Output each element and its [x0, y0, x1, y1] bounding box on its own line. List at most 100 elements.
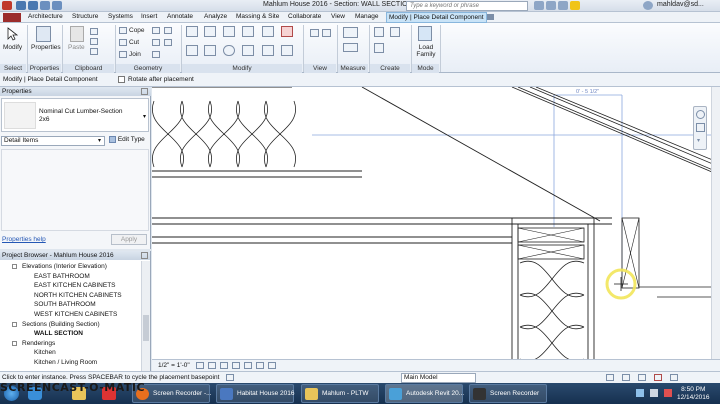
panel-select[interactable]: Select [0, 64, 26, 73]
join-button[interactable]: Join [129, 51, 141, 58]
create-parts-icon[interactable] [374, 43, 384, 53]
filter-icon[interactable] [670, 374, 678, 381]
geometry-tool-1-icon[interactable] [152, 27, 160, 34]
redo-icon[interactable] [52, 1, 62, 10]
selection-filter-icon[interactable] [606, 374, 614, 381]
load-family-button[interactable]: Load Family [415, 44, 437, 58]
rotate-icon[interactable] [223, 45, 235, 56]
browser-item[interactable]: WALL SECTION [34, 330, 83, 337]
load-family-icon[interactable] [418, 26, 432, 41]
taskbar-item-mahlum-pltw[interactable]: Mahlum - PLTW [301, 384, 379, 403]
shadows-icon[interactable] [232, 362, 240, 369]
search-input[interactable]: Type a keyword or phrase [406, 1, 528, 11]
steering-wheel-icon[interactable] [696, 110, 705, 119]
tab-analyze[interactable]: Analyze [204, 13, 227, 20]
drawing-canvas[interactable]: 0' - 5 1/2" [152, 87, 720, 359]
open-icon[interactable] [16, 1, 26, 10]
tab-modify-place-detail-component[interactable]: Modify | Place Detail Component [386, 12, 487, 23]
mirror-draw-icon[interactable] [242, 26, 254, 37]
array-icon[interactable] [262, 45, 274, 56]
temporary-hide-icon[interactable] [268, 362, 276, 369]
copy-clipboard-icon[interactable] [90, 38, 98, 45]
detail-level-icon[interactable] [196, 362, 204, 369]
browser-item[interactable]: EAST BATHROOM [34, 273, 90, 280]
undo-icon[interactable] [40, 1, 50, 10]
navigation-bar[interactable]: ▾ [693, 106, 707, 150]
align-icon[interactable] [186, 26, 198, 37]
properties-help-link[interactable]: Properties help [2, 236, 46, 243]
tab-view[interactable]: View [331, 13, 345, 20]
application-menu-button[interactable] [3, 13, 21, 22]
measure-icon[interactable] [343, 27, 358, 38]
browser-item[interactable]: NORTH KITCHEN CABINETS [34, 292, 122, 299]
geometry-tool-5-icon[interactable] [152, 51, 160, 58]
search-icon[interactable] [534, 1, 544, 10]
delete-icon[interactable] [281, 26, 293, 37]
apply-button[interactable]: Apply [111, 234, 147, 245]
cope-button[interactable]: Cope [129, 27, 145, 34]
move-icon[interactable] [186, 45, 198, 56]
properties-icon[interactable] [36, 26, 51, 42]
instance-filter-select[interactable]: Detail Items [1, 136, 105, 146]
cut-icon[interactable] [119, 39, 127, 46]
taskbar-item-habitat-house[interactable]: Habitat House 2016 [216, 384, 294, 403]
wall-section-drawing[interactable]: 0' - 5 1/2" [152, 87, 720, 359]
revit-app-icon[interactable] [2, 1, 12, 10]
tab-massing-site[interactable]: Massing & Site [236, 13, 279, 20]
type-selector[interactable]: Nominal Cut Lumber-Section 2x6 ▾ [1, 98, 149, 132]
browser-group[interactable]: Renderings [22, 340, 55, 347]
browser-item[interactable]: WEST KITCHEN CABINETS [34, 311, 117, 318]
close-icon[interactable] [141, 88, 148, 95]
browser-item[interactable]: Kitchen [34, 349, 56, 356]
browser-group[interactable]: Elevations (Interior Elevation) [22, 263, 107, 270]
zoom-icon[interactable] [696, 123, 705, 132]
rotate-after-placement-checkbox[interactable] [118, 76, 125, 83]
save-icon[interactable] [28, 1, 38, 10]
split-icon[interactable] [262, 26, 274, 37]
subscription-icon[interactable] [546, 1, 556, 10]
tree-toggle[interactable] [12, 264, 17, 269]
show-crop-icon[interactable] [256, 362, 264, 369]
cut-clipboard-icon[interactable] [90, 28, 98, 35]
trim-icon[interactable] [242, 45, 254, 56]
network-icon[interactable] [636, 389, 644, 397]
tab-architecture[interactable]: Architecture [28, 13, 63, 20]
create-similar-icon[interactable] [390, 27, 400, 37]
tab-insert[interactable]: Insert [141, 13, 157, 20]
tab-manage[interactable]: Manage [355, 13, 379, 20]
system-clock[interactable]: 8:50 PM 12/14/2016 [677, 386, 710, 402]
sun-path-icon[interactable] [220, 362, 228, 369]
tab-systems[interactable]: Systems [108, 13, 133, 20]
tree-toggle[interactable] [12, 321, 17, 327]
hide-element-icon[interactable] [310, 29, 319, 37]
browser-item[interactable]: EAST KITCHEN CABINETS [34, 282, 116, 289]
tab-structure[interactable]: Structure [72, 13, 98, 20]
browser-item[interactable]: SOUTH BATHROOM [34, 301, 96, 308]
tab-annotate[interactable]: Annotate [167, 13, 193, 20]
user-name[interactable]: mahldav@sd... [657, 1, 704, 8]
tree-toggle[interactable] [12, 340, 17, 346]
action-center-icon[interactable] [664, 389, 672, 397]
select-links-icon[interactable] [622, 374, 630, 381]
user-icon[interactable] [643, 1, 653, 10]
create-group-icon[interactable] [374, 27, 384, 37]
browser-item[interactable]: Kitchen / Living Room [34, 359, 97, 366]
taskbar-item-screen-recorder-2[interactable]: Screen Recorder [469, 384, 547, 403]
properties-button[interactable]: Properties [31, 44, 61, 51]
dimension-icon[interactable] [343, 43, 358, 52]
chevron-down-icon[interactable]: ▾ [697, 137, 700, 144]
minimize-ribbon-icon[interactable] [487, 14, 494, 20]
active-workset-select[interactable]: Main Model [401, 373, 476, 383]
favorites-icon[interactable] [570, 1, 580, 10]
chevron-down-icon[interactable]: ▾ [98, 137, 101, 144]
crop-view-icon[interactable] [244, 362, 252, 369]
close-icon[interactable] [141, 252, 148, 259]
paste-button[interactable]: Paste [68, 44, 85, 51]
scale-icon[interactable] [281, 45, 293, 56]
geometry-tool-3-icon[interactable] [152, 39, 160, 46]
browser-group[interactable]: Sections (Building Section) [22, 321, 100, 328]
match-type-icon[interactable] [90, 48, 98, 55]
communication-icon[interactable] [558, 1, 568, 10]
modify-button[interactable]: Modify [3, 44, 22, 51]
cope-icon[interactable] [119, 27, 127, 34]
